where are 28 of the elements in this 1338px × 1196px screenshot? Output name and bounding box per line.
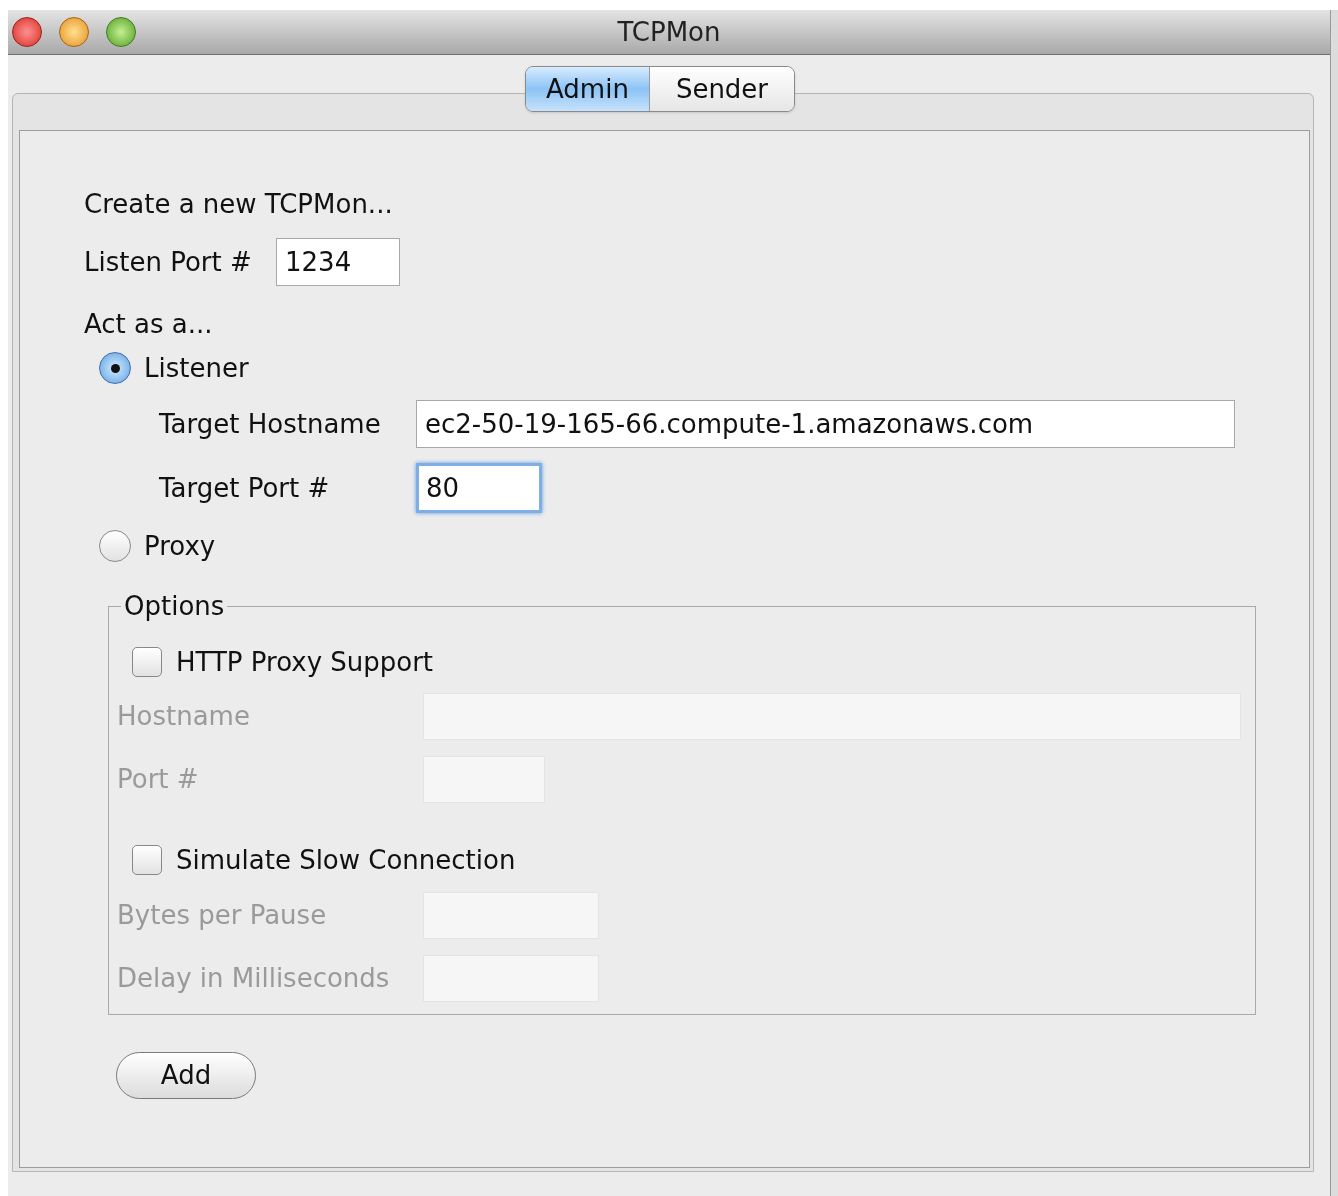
- radio-label: Proxy: [144, 529, 216, 563]
- checkbox[interactable]: [132, 647, 162, 677]
- field-label: Delay in Milliseconds: [117, 962, 391, 995]
- checkbox-label: HTTP Proxy Support: [176, 645, 434, 679]
- field-label: Target Hostname: [159, 407, 382, 441]
- zoom-button[interactable]: [106, 17, 136, 47]
- input-field[interactable]: 1234: [276, 238, 400, 286]
- tab[interactable]: Sender: [648, 67, 795, 111]
- section-label: Act as a...: [84, 308, 214, 340]
- radio-label: Listener: [144, 351, 249, 385]
- close-button[interactable]: [12, 17, 42, 47]
- field-label: Port #: [117, 763, 200, 796]
- minimize-button[interactable]: [59, 17, 89, 47]
- field-label: Hostname: [117, 700, 251, 733]
- window-title: TCPMon: [617, 15, 721, 49]
- field-label: Bytes per Pause: [117, 899, 328, 932]
- section-heading: Create a new TCPMon...: [84, 188, 394, 220]
- radio-button[interactable]: [99, 530, 131, 562]
- checkbox[interactable]: [132, 845, 162, 875]
- radio-button[interactable]: [99, 352, 131, 384]
- checkbox-label: Simulate Slow Connection: [176, 843, 516, 877]
- group-title: Options: [123, 590, 226, 622]
- input-field[interactable]: ec2-50-19-165-66.compute-1.amazonaws.com: [416, 400, 1235, 448]
- field-label: Listen Port #: [84, 245, 253, 279]
- input-field[interactable]: 80: [416, 463, 542, 513]
- field-label: Target Port #: [159, 471, 331, 505]
- add-button[interactable]: Add: [116, 1052, 256, 1099]
- tab[interactable]: Admin: [526, 67, 649, 111]
